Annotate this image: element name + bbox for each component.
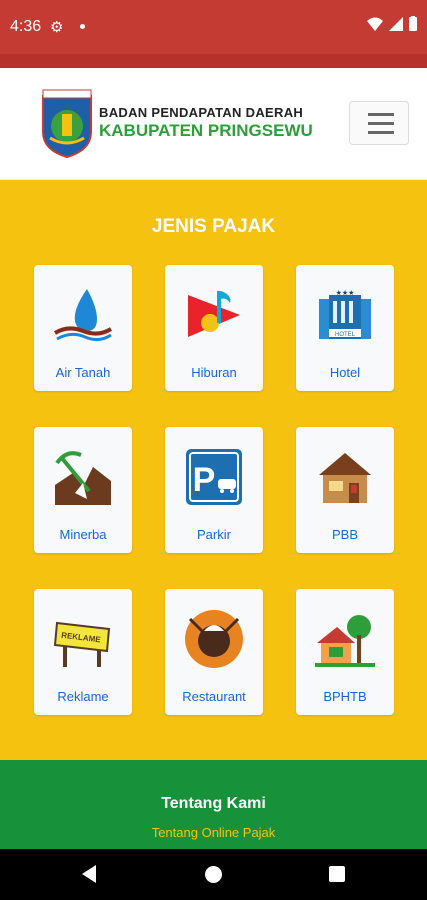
notification-dot-icon xyxy=(80,24,85,29)
hamburger-line-icon xyxy=(368,131,394,134)
music-play-icon xyxy=(188,291,240,337)
tax-card-hotel[interactable]: ★★★ HOTEL Hotel xyxy=(296,265,394,391)
water-drop-icon xyxy=(53,289,113,342)
tax-card-restaurant[interactable]: Restaurant xyxy=(165,589,263,715)
status-icons xyxy=(367,16,417,31)
restaurant-plate-icon xyxy=(185,610,243,668)
status-time: 4:36 xyxy=(10,18,42,35)
android-nav-bar xyxy=(0,849,427,900)
home-icon[interactable] xyxy=(205,866,222,883)
tax-types-section: JENIS PAJAK Air Tanah Hiburan ★★★ HOTEL xyxy=(0,180,427,760)
footer: Tentang Kami Tentang Online Pajak xyxy=(0,760,427,849)
org-name-line2: KABUPATEN PRINGSEWU xyxy=(99,121,313,140)
battery-icon xyxy=(409,16,417,31)
tax-card-label: Air Tanah xyxy=(55,365,111,380)
tax-card-label: Reklame xyxy=(57,689,109,704)
tax-card-label: Hiburan xyxy=(191,365,237,380)
tax-card-label: PBB xyxy=(331,527,358,542)
pringsewu-logo[interactable] xyxy=(40,88,94,158)
house-icon xyxy=(319,453,371,503)
settings-gear-icon: ⚙ xyxy=(50,19,64,36)
signal-icon xyxy=(389,16,403,31)
status-bar: 4:36 ⚙ xyxy=(0,0,427,54)
tax-card-label: Minerba xyxy=(59,527,107,542)
back-icon[interactable] xyxy=(82,865,96,883)
tax-card-label: BPHTB xyxy=(323,689,367,704)
svg-text:★★★: ★★★ xyxy=(336,289,355,297)
svg-text:HOTEL: HOTEL xyxy=(335,332,356,338)
tax-card-parkir[interactable]: P Parkir xyxy=(165,427,263,553)
mining-icon xyxy=(55,451,111,505)
hamburger-line-icon xyxy=(368,113,394,116)
wifi-icon xyxy=(367,17,383,31)
status-divider xyxy=(0,54,427,68)
tax-card-bphtb[interactable]: BPHTB xyxy=(296,589,394,715)
footer-title: Tentang Kami xyxy=(161,795,266,812)
svg-text:P: P xyxy=(193,461,216,499)
tax-card-reklame[interactable]: REKLAME Reklame xyxy=(34,589,132,715)
tax-card-hiburan[interactable]: Hiburan xyxy=(165,265,263,391)
parking-icon: P xyxy=(186,449,242,505)
app-header: BADAN PENDAPATAN DAERAH KABUPATEN PRINGS… xyxy=(0,68,427,180)
hotel-building-icon: ★★★ HOTEL xyxy=(319,289,371,339)
billboard-icon: REKLAME xyxy=(53,621,111,667)
recent-apps-icon[interactable] xyxy=(329,866,345,882)
tax-card-minerba[interactable]: Minerba xyxy=(34,427,132,553)
tax-card-label: Parkir xyxy=(197,527,231,542)
org-name-line1: BADAN PENDAPATAN DAERAH xyxy=(99,105,304,120)
tax-card-pbb[interactable]: PBB xyxy=(296,427,394,553)
hamburger-line-icon xyxy=(368,122,394,125)
tax-card-air-tanah[interactable]: Air Tanah xyxy=(34,265,132,391)
tax-card-label: Restaurant xyxy=(182,689,246,704)
hamburger-menu-button[interactable] xyxy=(349,101,409,145)
land-house-icon xyxy=(315,615,375,667)
footer-link-about[interactable]: Tentang Online Pajak xyxy=(0,825,427,840)
tax-card-label: Hotel xyxy=(329,365,361,380)
section-title: JENIS PAJAK xyxy=(151,216,276,237)
